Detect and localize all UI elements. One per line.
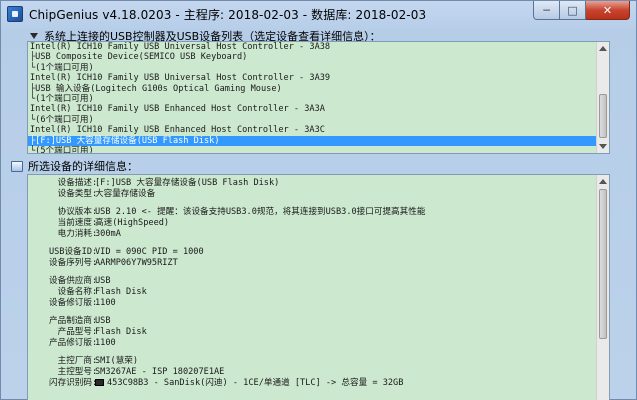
detail-value: 大容量存储设备 xyxy=(95,189,156,199)
detail-key: 闪存识别码 xyxy=(49,378,92,388)
device-list-item[interactable]: └(5个端口可用) xyxy=(28,146,609,153)
detail-key: 主控型号 xyxy=(57,367,92,377)
title-bar[interactable]: ChipGenius v4.18.0203 - 主程序: 2018-02-03 … xyxy=(1,1,636,27)
window-controls: ─ □ ✕ xyxy=(533,1,630,20)
detail-key: 设备描述 xyxy=(57,178,92,188)
device-list-item[interactable]: ├USB 输入设备(Logitech G100s Optical Gaming … xyxy=(28,84,609,94)
details-rows: 设备描述: [F:]USB 大容量存储设备(USB Flash Disk) 设备类型… xyxy=(32,178,592,389)
window-title: ChipGenius v4.18.0203 - 主程序: 2018-02-03 … xyxy=(29,7,427,22)
detail-spacer xyxy=(32,309,592,316)
details-icon xyxy=(11,160,23,172)
scroll-thumb[interactable] xyxy=(599,189,607,339)
scroll-up-icon[interactable] xyxy=(599,46,607,51)
detail-row: 当前速度: 高速(HighSpeed) xyxy=(32,218,592,229)
detail-key: 产品修订版 xyxy=(49,338,92,348)
detail-row: 协议版本: USB 2.10 <- 提醒：该设备支持USB3.0规范，将其连接到U… xyxy=(32,207,592,218)
detail-value: USB xyxy=(95,276,111,286)
detail-value: 高速(HighSpeed) xyxy=(95,218,170,228)
device-list-item[interactable]: └(1个端口可用) xyxy=(28,94,609,104)
details-label: 所选设备的详细信息： xyxy=(28,160,138,173)
detail-row: 设备描述: [F:]USB 大容量存储设备(USB Flash Disk) xyxy=(32,178,592,189)
app-icon xyxy=(7,6,23,22)
detail-key: 设备名称 xyxy=(57,287,92,297)
scroll-down-icon[interactable] xyxy=(599,144,607,149)
detail-key: 产品制造商 xyxy=(49,316,92,326)
detail-row: 设备修订版:1100 xyxy=(32,298,592,309)
detail-value: SM3267AE - ISP 180207E1AE xyxy=(95,367,225,377)
details-panel[interactable]: 设备描述: [F:]USB 大容量存储设备(USB Flash Disk) 设备类型… xyxy=(27,174,610,400)
detail-key: 设备修订版 xyxy=(49,298,92,308)
detail-key: 设备序列号 xyxy=(49,258,92,268)
device-list-item[interactable]: Intel(R) ICH10 Family USB Universal Host… xyxy=(28,42,609,52)
chipgenius-window: ChipGenius v4.18.0203 - 主程序: 2018-02-03 … xyxy=(0,0,637,400)
detail-key: USB设备ID xyxy=(48,247,92,257)
minimize-button[interactable]: ─ xyxy=(533,1,560,20)
detail-value: 1100 xyxy=(95,338,116,348)
device-list-scrollbar[interactable] xyxy=(596,42,609,153)
detail-row: 设备供应商: USB xyxy=(32,276,592,287)
detail-value: AARMP06Y7W95RIZT xyxy=(95,258,178,268)
device-list-rows: Intel(R) ICH10 Family USB Universal Host… xyxy=(28,42,609,153)
detail-row: 主控型号: SM3267AE - ISP 180207E1AE xyxy=(32,367,592,378)
close-button[interactable]: ✕ xyxy=(586,1,630,20)
detail-spacer xyxy=(32,349,592,356)
device-list-item[interactable]: Intel(R) ICH10 Family USB Enhanced Host … xyxy=(28,104,609,114)
detail-spacer xyxy=(32,240,592,247)
detail-value: USB 2.10 <- 提醒：该设备支持USB3.0规范，将其连接到USB3.0… xyxy=(95,207,426,217)
detail-row: 设备名称: Flash Disk xyxy=(32,287,592,298)
detail-row: 设备类型: 大容量存储设备 xyxy=(32,189,592,200)
detail-row: USB设备ID: VID = 090C PID = 1000 xyxy=(32,247,592,258)
detail-key: 协议版本 xyxy=(57,207,92,217)
detail-row: 设备序列号: AARMP06Y7W95RIZT xyxy=(32,258,592,269)
detail-key: 电力消耗 xyxy=(57,229,92,239)
detail-row: 闪存识别码:453C98B3 - SanDisk(闪迪) - 1CE/单通道 [… xyxy=(32,378,592,389)
detail-value: Flash Disk xyxy=(95,287,147,297)
device-list-item[interactable]: ├[F:]USB 大容量存储设备(USB Flash Disk) xyxy=(28,135,609,146)
detail-row: 产品修订版:1100 xyxy=(32,338,592,349)
maximize-button[interactable]: □ xyxy=(560,1,586,20)
detail-row: 产品制造商: USB xyxy=(32,316,592,327)
flash-chip-icon xyxy=(95,379,104,386)
detail-value-text: 453C98B3 - SanDisk(闪迪) - 1CE/单通道 [TLC] -… xyxy=(107,378,404,388)
detail-key: 产品型号 xyxy=(57,327,92,337)
detail-value: SMI(慧荣) xyxy=(95,356,139,366)
detail-value: USB xyxy=(95,316,111,326)
detail-key: 主控厂商 xyxy=(57,356,92,366)
device-list-item[interactable]: Intel(R) ICH10 Family USB Universal Host… xyxy=(28,73,609,83)
detail-value: VID = 090C PID = 1000 xyxy=(95,247,204,257)
device-list-item[interactable]: └(1个端口可用) xyxy=(28,63,609,73)
detail-row: 电力消耗:300mA xyxy=(32,229,592,240)
device-list-item[interactable]: ├USB Composite Device(SEMICO USB Keyboar… xyxy=(28,52,609,62)
detail-value: Flash Disk xyxy=(95,327,147,337)
detail-value: 1100 xyxy=(95,298,116,308)
detail-key: 设备类型 xyxy=(57,189,92,199)
detail-key: 当前速度 xyxy=(57,218,92,228)
detail-spacer xyxy=(32,269,592,276)
detail-spacer xyxy=(32,200,592,207)
scroll-thumb[interactable] xyxy=(599,94,607,138)
details-header: 所选设备的详细信息： xyxy=(11,158,138,174)
detail-value: [F:]USB 大容量存储设备(USB Flash Disk) xyxy=(95,178,280,188)
detail-row: 主控厂商: SMI(慧荣) xyxy=(32,356,592,367)
device-list-item[interactable]: Intel(R) ICH10 Family USB Enhanced Host … xyxy=(28,125,609,135)
detail-key: 设备供应商 xyxy=(49,276,92,286)
details-scrollbar[interactable] xyxy=(596,175,609,400)
device-list-item[interactable]: └(6个端口可用) xyxy=(28,115,609,125)
detail-value: 300mA xyxy=(95,229,121,239)
collapse-arrow-icon[interactable] xyxy=(30,33,38,39)
scroll-up-icon[interactable] xyxy=(599,179,607,184)
device-list[interactable]: Intel(R) ICH10 Family USB Universal Host… xyxy=(27,41,610,154)
detail-row: 产品型号: Flash Disk xyxy=(32,327,592,338)
detail-value: 453C98B3 - SanDisk(闪迪) - 1CE/单通道 [TLC] -… xyxy=(94,378,403,389)
